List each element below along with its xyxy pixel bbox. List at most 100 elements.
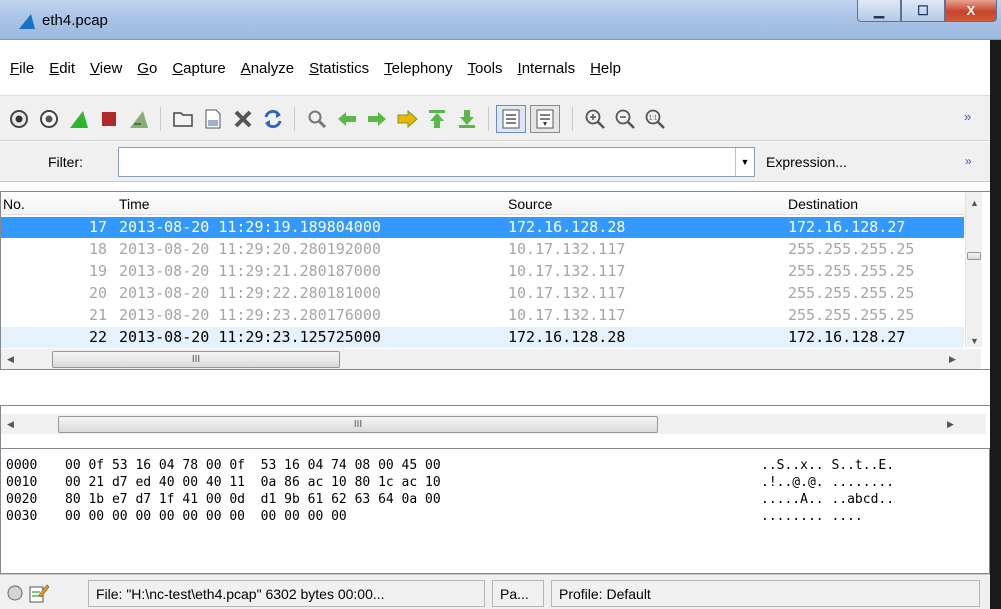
chevron-down-icon: ▼: [740, 157, 750, 167]
menu-file[interactable]: File: [10, 60, 34, 77]
column-header-no[interactable]: No.: [3, 196, 25, 212]
toolbar-more-button[interactable]: »: [964, 109, 971, 124]
scroll-down-icon[interactable]: ▼: [970, 336, 979, 346]
status-profile[interactable]: Profile: Default: [551, 580, 980, 607]
hex-offset: 0030: [6, 509, 38, 524]
title-bar[interactable]: eth4.pcap ▁ ☐ X: [0, 0, 1001, 40]
column-header-source[interactable]: Source: [508, 196, 552, 212]
menu-capture[interactable]: Capture: [172, 60, 225, 77]
reload-icon[interactable]: [260, 106, 286, 132]
hex-row[interactable]: 0020: [6, 491, 37, 508]
menu-analyze[interactable]: Analyze: [241, 60, 294, 77]
filter-toolbar: Filter: ▼ Expression... »: [0, 142, 1001, 182]
cell-source: 10.17.132.117: [508, 284, 626, 302]
auto-scroll-icon[interactable]: [530, 105, 560, 133]
start-capture-icon[interactable]: [66, 106, 92, 132]
cell-time: 2013-08-20 11:29:23.125725000: [119, 328, 381, 346]
forward-icon[interactable]: [364, 106, 390, 132]
menu-go[interactable]: Go: [137, 60, 157, 77]
packet-list-horizontal-scrollbar[interactable]: ◀ III ▶: [1, 349, 981, 369]
normal-size-icon[interactable]: 1:1: [642, 106, 668, 132]
filter-label: Filter:: [48, 154, 83, 170]
scroll-up-icon[interactable]: ▲: [970, 198, 979, 208]
stop-capture-icon[interactable]: [96, 106, 122, 132]
packet-row[interactable]: 19 2013-08-20 11:29:21.280187000 10.17.1…: [1, 261, 964, 282]
scroll-left-icon[interactable]: ◀: [7, 419, 14, 430]
close-button[interactable]: X: [945, 0, 997, 22]
cell-destination: 255.255.255.25: [788, 262, 915, 280]
cell-time: 2013-08-20 11:29:21.280187000: [119, 262, 381, 280]
interfaces-icon[interactable]: [6, 106, 32, 132]
capture-comment-icon[interactable]: [28, 582, 50, 607]
maximize-button[interactable]: ☐: [901, 0, 945, 22]
open-file-icon[interactable]: [170, 106, 196, 132]
filter-more-button[interactable]: »: [965, 154, 972, 168]
first-packet-icon[interactable]: [424, 106, 450, 132]
filter-dropdown-button[interactable]: ▼: [735, 148, 754, 176]
cell-time: 2013-08-20 11:29:22.280181000: [119, 284, 381, 302]
hex-bytes: 00 21 d7 ed 40 00 40 11 0a 86 ac 10 80 1…: [65, 475, 441, 490]
scroll-right-icon[interactable]: ▶: [949, 354, 956, 365]
horizontal-scroll-thumb[interactable]: III: [52, 351, 340, 368]
details-horizontal-scrollbar[interactable]: ◀ III ▶: [1, 414, 986, 434]
packet-row[interactable]: 22 2013-08-20 11:29:23.125725000 172.16.…: [1, 327, 964, 348]
hex-offset: 0010: [6, 475, 38, 490]
restart-capture-icon[interactable]: [126, 106, 152, 132]
go-to-packet-icon[interactable]: [394, 106, 420, 132]
vertical-scroll-thumb[interactable]: [967, 252, 981, 260]
hex-ascii: ........ ....: [761, 509, 863, 524]
packet-list-vertical-scrollbar[interactable]: ▲ ▼: [965, 192, 982, 347]
hex-row[interactable]: 0010: [6, 474, 37, 491]
minimize-button[interactable]: ▁: [857, 0, 901, 22]
horizontal-scroll-thumb[interactable]: III: [58, 416, 658, 433]
packet-bytes-pane: 0000 00 0f 53 16 04 78 00 0f 53 16 04 74…: [0, 449, 990, 574]
menu-telephony[interactable]: Telephony: [384, 60, 452, 77]
window-right-edge: [990, 40, 1001, 609]
cell-no: 19: [89, 262, 108, 280]
close-file-icon[interactable]: [230, 106, 256, 132]
zoom-in-icon[interactable]: [582, 106, 608, 132]
expert-info-icon[interactable]: [6, 584, 24, 605]
last-packet-icon[interactable]: [454, 106, 480, 132]
hex-bytes: 00 0f 53 16 04 78 00 0f 53 16 04 74 08 0…: [65, 458, 441, 473]
cell-no: 22: [89, 328, 108, 346]
hex-bytes: 00 00 00 00 00 00 00 00 00 00 00 00: [65, 509, 347, 524]
expression-button[interactable]: Expression...: [766, 154, 847, 170]
status-bar: File: "H:\nc-test\eth4.pcap" 6302 bytes …: [0, 574, 1001, 609]
toolbar-separator: [294, 107, 295, 131]
colorize-icon[interactable]: [496, 105, 526, 133]
menu-bar: File Edit View Go Capture Analyze Statis…: [10, 60, 636, 77]
menu-tools[interactable]: Tools: [468, 60, 503, 77]
save-file-icon[interactable]: [200, 106, 226, 132]
window-controls: ▁ ☐ X: [857, 0, 997, 22]
menu-internals[interactable]: Internals: [518, 60, 576, 77]
back-icon[interactable]: [334, 106, 360, 132]
status-file-info: File: "H:\nc-test\eth4.pcap" 6302 bytes …: [88, 580, 485, 607]
packet-row[interactable]: 20 2013-08-20 11:29:22.280181000 10.17.1…: [1, 283, 964, 304]
find-icon[interactable]: [304, 106, 330, 132]
shark-fin-icon: [19, 14, 35, 29]
options-icon[interactable]: [36, 106, 62, 132]
scroll-left-icon[interactable]: ◀: [7, 354, 14, 365]
cell-no: 21: [89, 306, 108, 324]
hex-row[interactable]: 0000: [6, 457, 37, 474]
toolbar-separator: [160, 107, 161, 131]
scroll-right-icon[interactable]: ▶: [947, 419, 954, 430]
toolbar-separator: [572, 107, 573, 131]
packet-row[interactable]: 18 2013-08-20 11:29:20.280192000 10.17.1…: [1, 239, 964, 260]
hex-row[interactable]: 0030: [6, 508, 37, 525]
menu-edit[interactable]: Edit: [49, 60, 75, 77]
packet-row[interactable]: 17 2013-08-20 11:29:19.189804000 172.16.…: [1, 217, 964, 238]
filter-input[interactable]: [118, 147, 755, 177]
menu-statistics[interactable]: Statistics: [309, 60, 369, 77]
column-header-destination[interactable]: Destination: [788, 196, 858, 212]
zoom-out-icon[interactable]: [612, 106, 638, 132]
menu-view[interactable]: View: [90, 60, 122, 77]
packet-row[interactable]: 21 2013-08-20 11:29:23.280176000 10.17.1…: [1, 305, 964, 326]
menu-help[interactable]: Help: [590, 60, 621, 77]
column-header-time[interactable]: Time: [119, 196, 150, 212]
hex-ascii: .!..@.@. ........: [761, 475, 895, 490]
cell-source: 172.16.128.28: [508, 218, 626, 236]
cell-destination: 172.16.128.27: [788, 218, 906, 236]
packet-list-header: No. Time Source Destination: [1, 192, 981, 215]
